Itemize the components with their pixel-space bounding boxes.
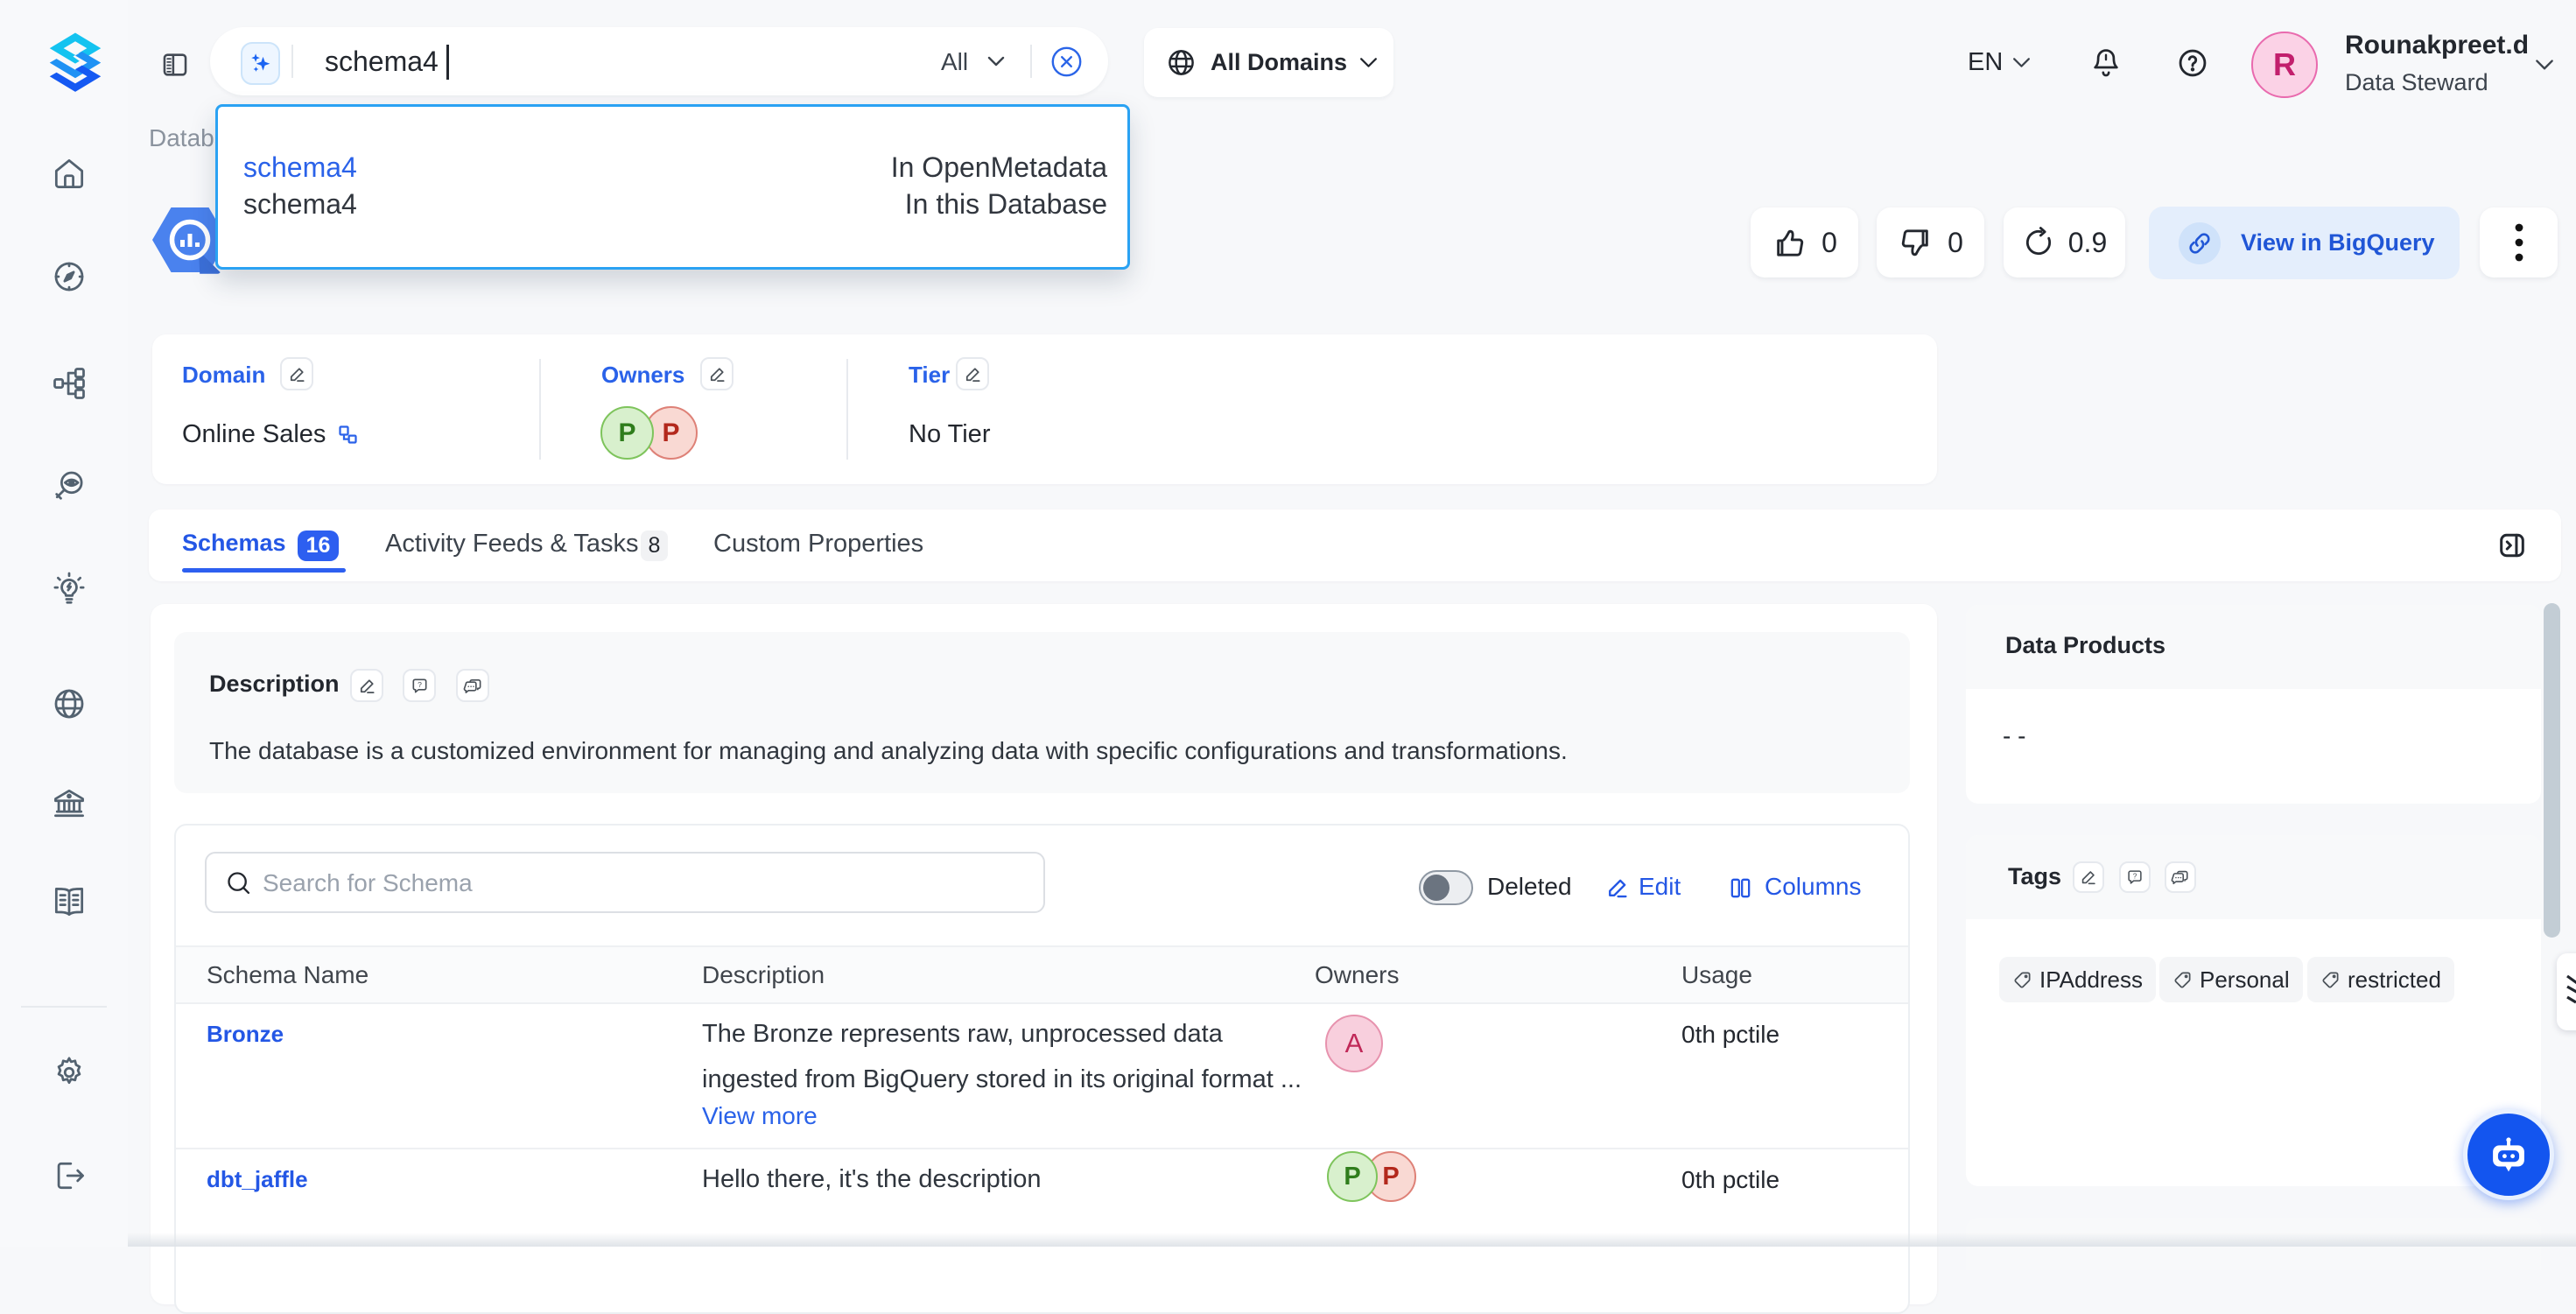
svg-text:?: ? [418,679,422,688]
svg-text:?: ? [2133,872,2137,880]
